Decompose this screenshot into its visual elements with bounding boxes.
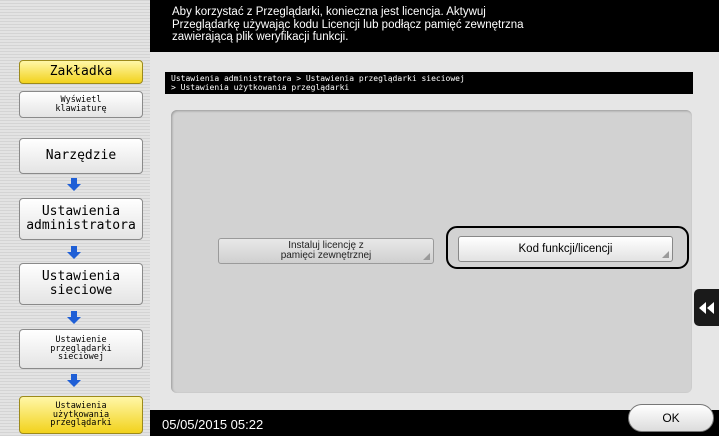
license-message: Aby korzystać z Przeglądarki, konieczna … [172, 6, 524, 43]
double-chevron-left-icon[interactable] [694, 289, 719, 326]
arrow-down-icon [66, 178, 82, 192]
arrow-down-icon [66, 246, 82, 260]
corner-mark-icon [423, 253, 430, 260]
install-license-from-storage-button[interactable]: Instaluj licencję z pamięci zewnętrznej [218, 238, 434, 264]
ok-button[interactable]: OK [628, 404, 714, 432]
datetime: 05/05/2015 05:22 [162, 417, 264, 432]
show-keyboard-button[interactable]: Wyświetl klawiaturę [19, 91, 143, 118]
code-button-label: Kod funkcji/licencji [518, 243, 613, 255]
message-bar: Aby korzystać z Przeglądarki, konieczna … [150, 0, 719, 52]
arrow-down-icon [66, 311, 82, 325]
corner-mark-icon [662, 251, 669, 258]
step-browser-usage-settings-button[interactable]: Ustawienia użytkowania przeglądarki [19, 396, 143, 434]
function-license-code-button[interactable]: Kod funkcji/licencji [458, 236, 673, 262]
bookmark-button[interactable]: Zakładka [19, 60, 143, 84]
step-web-browser-setting-button[interactable]: Ustawienie przeglądarki sieciowej [19, 329, 143, 369]
arrow-down-icon [66, 374, 82, 388]
install-license-label: Instaluj licencję z pamięci zewnętrznej [280, 240, 372, 261]
breadcrumb: Ustawienia administratora > Ustawienia p… [165, 72, 693, 94]
step-network-settings-button[interactable]: Ustawienia sieciowe [19, 263, 143, 305]
step-admin-settings-button[interactable]: Ustawienia administratora [19, 198, 143, 240]
step-tools-button[interactable]: Narzędzie [19, 138, 143, 174]
